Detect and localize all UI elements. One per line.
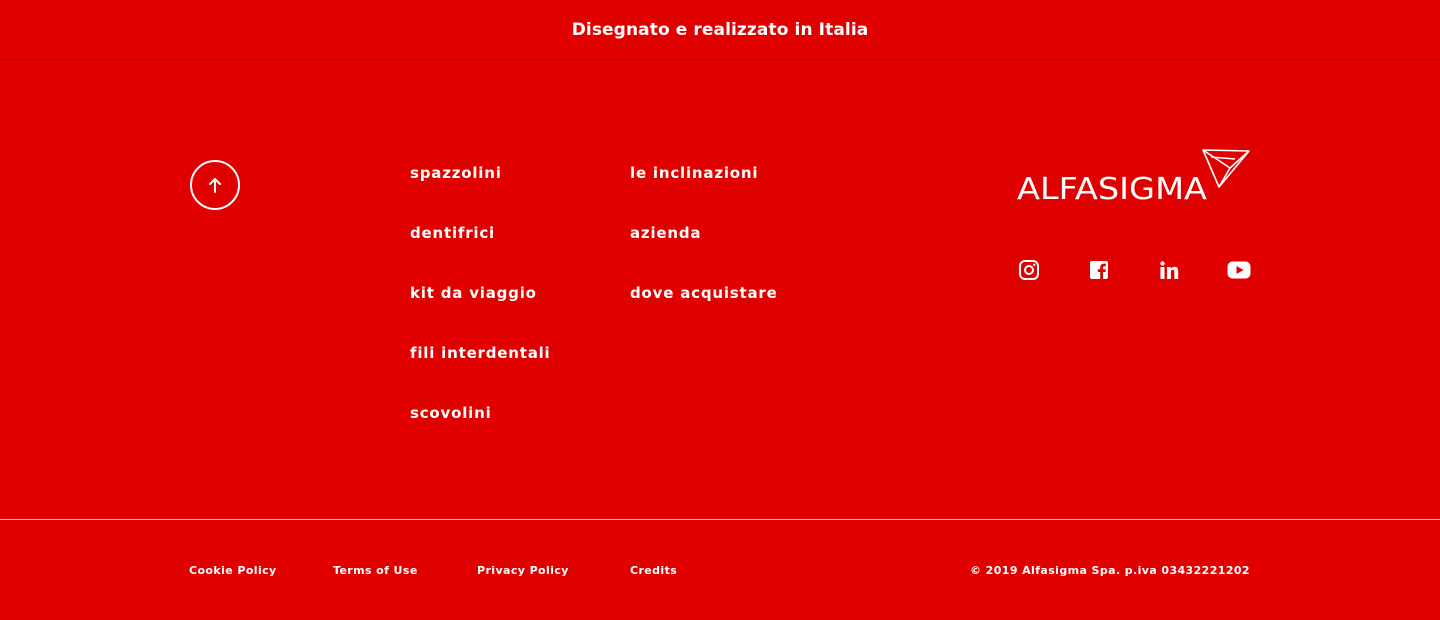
svg-text:ALFASIGMA: ALFASIGMA [1017,172,1208,203]
tagline: Disegnato e realizzato in Italia [571,19,869,40]
social-links [1017,258,1251,282]
brand-logo[interactable]: ALFASIGMA [1017,149,1251,207]
instagram-icon [1019,260,1039,280]
nav-link-spazzolini[interactable]: spazzolini [410,160,551,220]
nav-link-azienda[interactable]: azienda [630,220,778,280]
nav-link-dove-acquistare[interactable]: dove acquistare [630,280,778,340]
nav-link-kit-da-viaggio[interactable]: kit da viaggio [410,280,551,340]
linkedin-link[interactable] [1157,258,1181,282]
facebook-link[interactable] [1087,258,1111,282]
bottom-divider [0,519,1440,520]
facebook-icon [1090,261,1108,279]
instagram-link[interactable] [1017,258,1041,282]
nav-link-scovolini[interactable]: scovolini [410,400,551,460]
copyright-text: © 2019 Alfasigma Spa. p.iva 03432221202 [970,564,1250,577]
alfasigma-logo: ALFASIGMA [1017,149,1250,207]
arrow-up-icon [209,178,221,193]
terms-of-use-link[interactable]: Terms of Use [333,563,418,579]
tagline-bar: Disegnato e realizzato in Italia [0,0,1440,60]
credits-link[interactable]: Credits [630,563,677,579]
nav-column-products: spazzolini dentifrici kit da viaggio fil… [410,160,551,460]
privacy-policy-link[interactable]: Privacy Policy [477,563,569,579]
linkedin-icon [1160,261,1179,279]
footer: Disegnato e realizzato in Italia spazzol… [0,0,1440,620]
youtube-link[interactable] [1227,258,1251,282]
nav-link-fili-interdentali[interactable]: fili interdentali [410,340,551,400]
nav-link-le-inclinazioni[interactable]: le inclinazioni [630,160,778,220]
cookie-policy-link[interactable]: Cookie Policy [189,563,277,579]
nav-link-dentifrici[interactable]: dentifrici [410,220,551,280]
nav-column-company: le inclinazioni azienda dove acquistare [630,160,778,340]
youtube-icon [1227,261,1251,279]
back-to-top-button[interactable] [190,160,240,210]
